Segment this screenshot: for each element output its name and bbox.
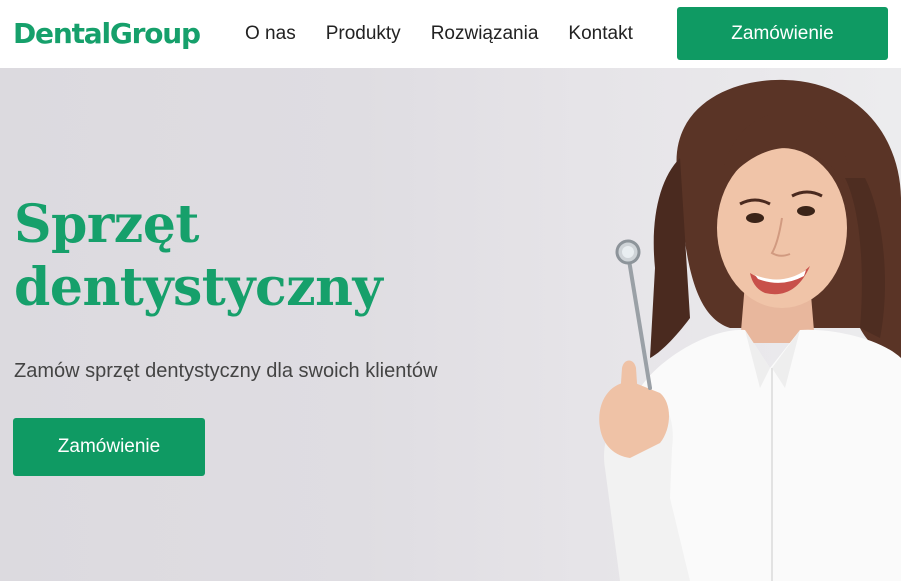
nav-link-products[interactable]: Produkty [326, 23, 401, 45]
nav-link-about[interactable]: O nas [245, 23, 296, 45]
header-order-button[interactable]: Zamówienie [677, 7, 888, 60]
nav-link-contact[interactable]: Kontakt [568, 23, 632, 45]
hero-title-line2: dentystyczny [14, 257, 383, 318]
hero-title: Sprzęt dentystyczny [14, 193, 534, 319]
hero-order-button[interactable]: Zamówienie [13, 418, 205, 476]
hero-section: Sprzęt dentystyczny Zamów sprzęt dentyst… [0, 68, 901, 581]
site-header: DentalGroup O nas Produkty Rozwiązania K… [0, 0, 901, 68]
hero-subtitle: Zamów sprzęt dentystyczny dla swoich kli… [14, 360, 438, 382]
hero-title-line1: Sprzęt [14, 194, 199, 255]
dentist-photo [599, 79, 901, 581]
main-nav: O nas Produkty Rozwiązania Kontakt [245, 0, 633, 68]
nav-link-solutions[interactable]: Rozwiązania [431, 23, 539, 45]
logo[interactable]: DentalGroup [13, 14, 201, 54]
